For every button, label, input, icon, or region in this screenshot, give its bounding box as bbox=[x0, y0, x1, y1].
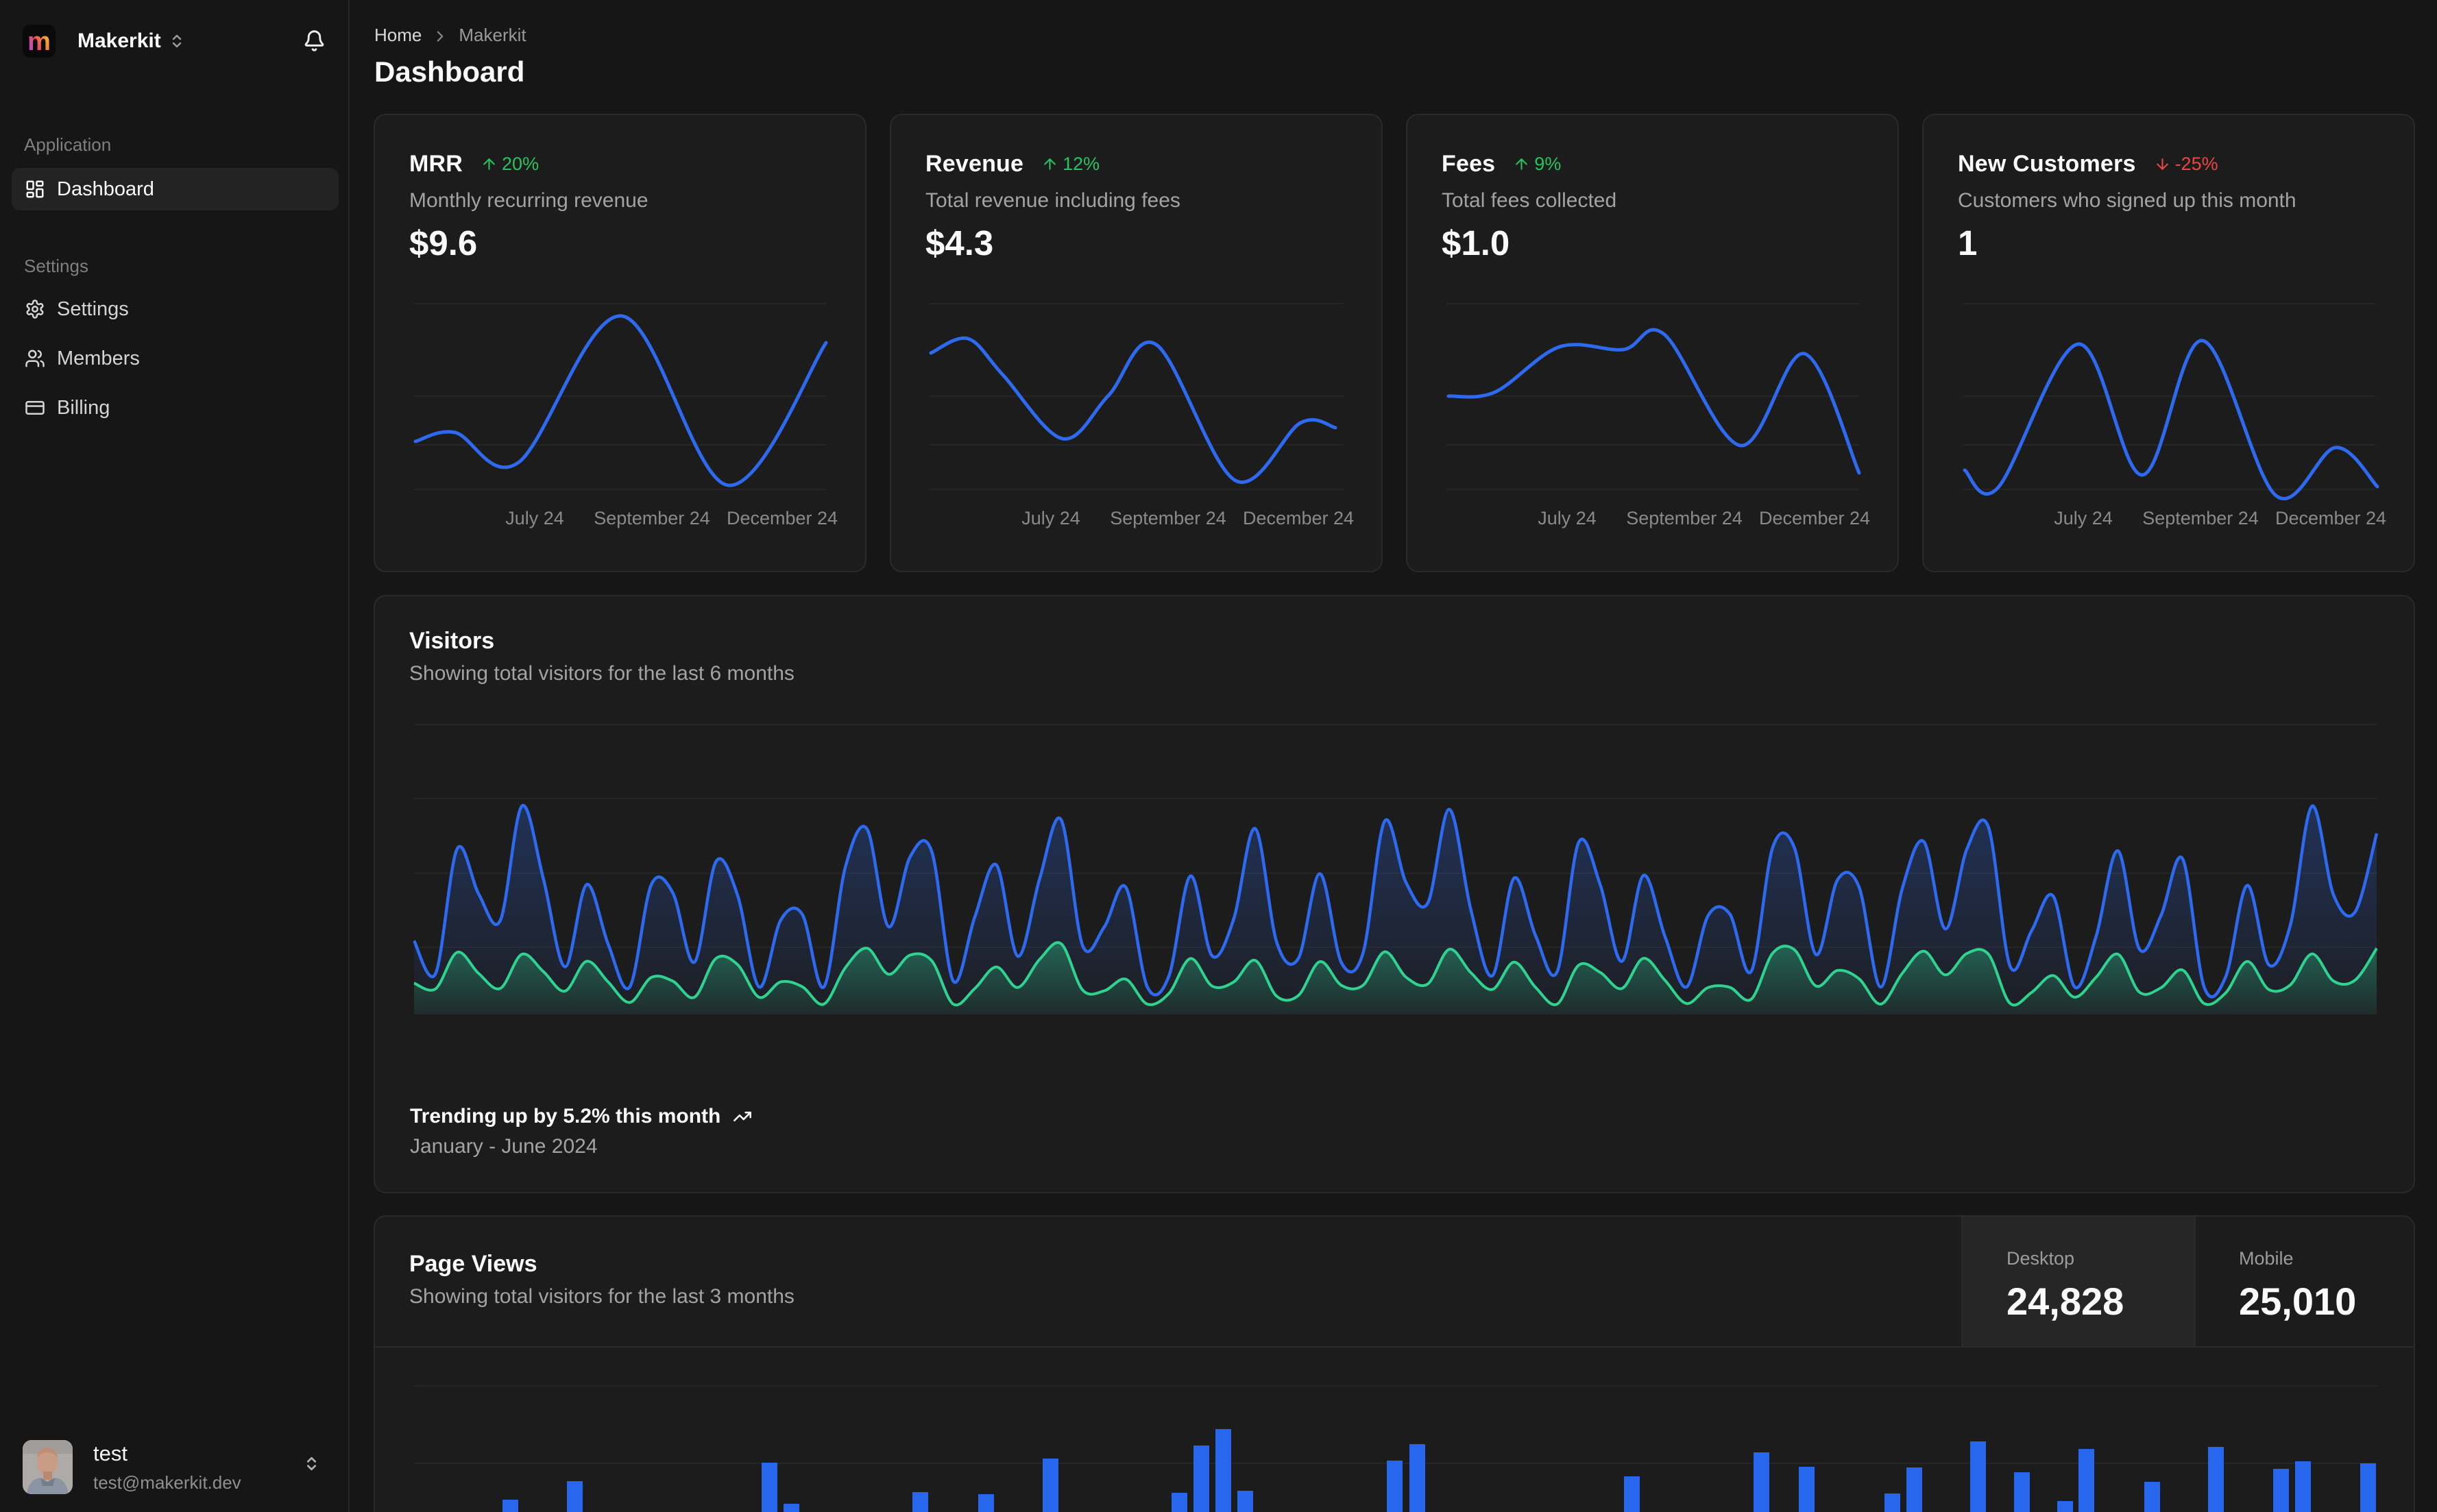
svg-text:m: m bbox=[27, 27, 51, 56]
